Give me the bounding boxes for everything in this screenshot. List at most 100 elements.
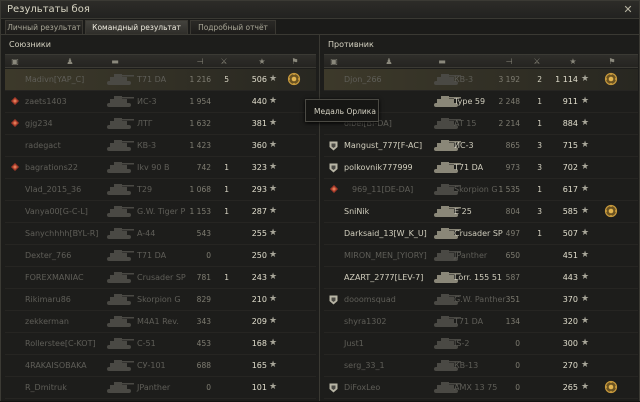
player-row[interactable]: zaets1403 ИС-3 1 954 440 ★ — [5, 91, 316, 113]
tank-name: C-51 — [137, 339, 156, 348]
damage-value: 973 — [505, 163, 520, 172]
star-icon: ★ — [269, 118, 278, 128]
player-row[interactable]: Vanya00[G-C-L] G.W. Tiger P1 153 1 287 ★ — [5, 201, 316, 223]
tank-name: E 25 — [454, 207, 472, 216]
tank-icon — [107, 206, 134, 217]
player-row[interactable]: bagrations22 Ikv 90 B 742 1 323 ★ — [5, 157, 316, 179]
player-name: Mangust_777[F-AC] — [344, 141, 423, 150]
player-row[interactable]: 969_11[DE-DA] Skorpion G1 535 1 617 ★ — [324, 179, 638, 201]
player-row[interactable]: AZART_2777[LEV-7] Lorr. 155 51 587 443 ★ — [324, 267, 638, 289]
player-name: Sanychhhh[BYL-R] — [25, 229, 99, 238]
player-sort-icon[interactable]: ♟ — [384, 57, 394, 66]
tank-name: КВ-13 — [454, 361, 479, 370]
xp-value: 617 — [562, 185, 578, 194]
tank-name: КВ-3 — [454, 75, 474, 84]
kills-value: 1 — [224, 185, 229, 194]
kills-sort-icon[interactable]: ⚔ — [219, 57, 229, 66]
damage-sort-icon[interactable]: ⊣ — [195, 57, 205, 66]
tank-name: Skorpion G — [137, 295, 181, 304]
squad-sort-icon[interactable]: ▣ — [329, 57, 339, 66]
player-row[interactable]: DiFoxLeo AMX 13 75 0 265 ★ — [324, 377, 638, 399]
medal-icon[interactable] — [604, 204, 618, 218]
damage-value: 0 — [515, 339, 520, 348]
player-row[interactable]: serg_33_1 КВ-13 0 270 ★ — [324, 355, 638, 377]
damage-sort-icon[interactable]: ⊣ — [504, 57, 514, 66]
star-icon: ★ — [269, 206, 278, 216]
tank-sort-icon[interactable]: ▬ — [437, 57, 447, 66]
star-icon: ★ — [581, 250, 590, 260]
medal-icon[interactable] — [604, 380, 618, 394]
tank-icon — [107, 118, 134, 129]
player-row[interactable]: 4RAKAISOBAKA СУ-101 688 165 ★ — [5, 355, 316, 377]
player-name: Darksaid_13[W_K_U] — [344, 229, 427, 238]
tank-name: T71 DA — [137, 75, 167, 84]
player-row[interactable]: gjg234 ЛТГ 1 632 381 ★ — [5, 113, 316, 135]
xp-value: 209 — [251, 317, 267, 326]
player-row[interactable]: SniNik E 25 804 3 585 ★ — [324, 201, 638, 223]
player-row[interactable]: MIRON_MEN_[YIORY] JPanther 650 451 ★ — [324, 245, 638, 267]
xp-value: 210 — [251, 295, 267, 304]
tab-team[interactable]: Командный результат — [85, 20, 188, 34]
xp-value: 911 — [562, 97, 578, 106]
medal-sort-icon[interactable]: ⚑ — [290, 57, 300, 66]
damage-value: 0 — [515, 383, 520, 392]
player-row[interactable]: polkovnik777999 T71 DA 973 3 702 ★ — [324, 157, 638, 179]
tank-name: JPanther — [454, 251, 488, 260]
player-row[interactable]: R_Dmitruk JPanther 0 101 ★ — [5, 377, 316, 399]
damage-value: 688 — [196, 361, 211, 370]
tank-name: JPanther — [137, 383, 171, 392]
xp-value: 250 — [251, 251, 267, 260]
player-name: bagrations22 — [25, 163, 78, 172]
star-icon: ★ — [581, 294, 590, 304]
star-icon: ★ — [269, 184, 278, 194]
star-icon: ★ — [581, 74, 590, 84]
xp-value: 440 — [251, 97, 267, 106]
tank-name: ИС-3 — [454, 141, 474, 150]
player-name: zaets1403 — [25, 97, 67, 106]
xp-value: 168 — [251, 339, 267, 348]
player-row[interactable]: shyra1302 T71 DA 134 320 ★ — [324, 311, 638, 333]
close-icon[interactable]: ✕ — [622, 4, 634, 16]
star-icon: ★ — [269, 338, 278, 348]
player-row[interactable]: dooomsquad G.W. Panther 351 370 ★ — [324, 289, 638, 311]
damage-value: 0 — [206, 251, 211, 260]
player-row[interactable]: radegact КВ-3 1 423 360 ★ — [5, 135, 316, 157]
squad-sort-icon[interactable]: ▣ — [10, 57, 20, 66]
player-name: AZART_2777[LEV-7] — [344, 273, 424, 282]
kills-value: 5 — [224, 75, 229, 84]
player-sort-icon[interactable]: ♟ — [65, 57, 75, 66]
damage-value: 1 632 — [189, 119, 211, 128]
xp-value: 702 — [562, 163, 578, 172]
medal-sort-icon[interactable]: ⚑ — [607, 57, 617, 66]
platoon-icon — [11, 119, 19, 127]
player-row[interactable]: Rollerstee[C-KOT] C-51 453 168 ★ — [5, 333, 316, 355]
xp-value: 884 — [562, 119, 578, 128]
damage-value: 0 — [206, 383, 211, 392]
xp-sort-icon[interactable]: ★ — [568, 57, 578, 66]
xp-sort-icon[interactable]: ★ — [257, 57, 267, 66]
player-row[interactable]: Rikimaru86 Skorpion G 829 210 ★ — [5, 289, 316, 311]
player-row[interactable]: Dexter_766 T71 DA 0 250 ★ — [5, 245, 316, 267]
player-row[interactable]: Madivn[YAP_C] T71 DA 1 216 5 506 ★ — [5, 69, 316, 91]
medal-icon[interactable] — [287, 72, 301, 86]
player-row[interactable]: FOREXMANIAC Crusader SP 781 1 243 ★ — [5, 267, 316, 289]
player-row[interactable]: Djon_266 КВ-3 3 192 2 1 114 ★ — [324, 69, 638, 91]
player-row[interactable]: Sanychhhh[BYL-R] A-44 543 255 ★ — [5, 223, 316, 245]
player-row[interactable]: Darksaid_13[W_K_U] Crusader SP 497 1 507 ★ — [324, 223, 638, 245]
damage-value: 1 216 — [189, 75, 211, 84]
player-name: 969_11[DE-DA] — [352, 185, 414, 194]
player-row[interactable]: Mangust_777[F-AC] ИС-3 865 3 715 ★ — [324, 135, 638, 157]
tank-sort-icon[interactable]: ▬ — [110, 57, 120, 66]
xp-value: 451 — [562, 251, 578, 260]
star-icon: ★ — [581, 140, 590, 150]
player-row[interactable]: Just1 IS-2 0 300 ★ — [324, 333, 638, 355]
player-row[interactable]: Vlad_2015_36 T29 1 068 1 293 ★ — [5, 179, 316, 201]
tank-name: AT 15 — [454, 119, 477, 128]
tab-detailed[interactable]: Подробный отчёт — [190, 20, 276, 34]
player-row[interactable]: zekkerman M4A1 Rev. 343 209 ★ — [5, 311, 316, 333]
star-icon: ★ — [581, 162, 590, 172]
medal-icon[interactable] — [604, 72, 618, 86]
kills-value: 3 — [537, 141, 542, 150]
kills-sort-icon[interactable]: ⚔ — [532, 57, 542, 66]
tab-personal[interactable]: Личный результат — [5, 20, 83, 34]
